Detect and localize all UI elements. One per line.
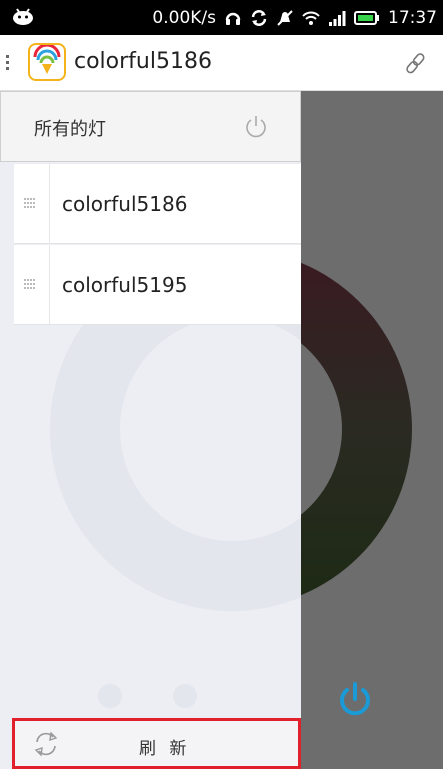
device-item[interactable]: colorful5186: [14, 164, 301, 244]
power-icon[interactable]: [243, 114, 269, 140]
navigation-drawer: 所有的灯 colorful5186 colorful5195 刷 新: [0, 91, 301, 769]
device-name: colorful5195: [62, 273, 188, 297]
app-logo-icon[interactable]: [28, 43, 66, 81]
wifi-icon: [302, 11, 320, 25]
headset-icon: [225, 12, 241, 25]
all-lights-label: 所有的灯: [34, 119, 106, 140]
sync-icon: [251, 9, 267, 26]
link-icon[interactable]: [403, 51, 427, 75]
power-icon[interactable]: [336, 681, 374, 719]
battery-icon: [354, 10, 379, 25]
refresh-button[interactable]: 刷 新: [12, 718, 301, 769]
drag-handle[interactable]: [14, 164, 50, 244]
grip-icon: [24, 198, 35, 208]
all-lights-row[interactable]: 所有的灯: [0, 91, 301, 162]
signal-icon: [329, 10, 346, 26]
muted-notification-icon: [277, 9, 293, 26]
status-bar: 0.00K/s 17:37: [0, 0, 443, 35]
app-bar: colorful5186: [0, 35, 443, 91]
net-speed: 0.00K/s: [152, 7, 216, 28]
drag-handle[interactable]: [14, 245, 50, 325]
refresh-icon: [34, 731, 58, 757]
menu-icon[interactable]: [6, 54, 10, 72]
grip-icon: [24, 279, 35, 289]
app-title: colorful5186: [74, 49, 212, 74]
device-item[interactable]: colorful5195: [14, 245, 301, 325]
android-icon: [13, 8, 33, 25]
device-name: colorful5186: [62, 192, 188, 216]
clock: 17:37: [388, 7, 437, 28]
refresh-label: 刷 新: [139, 739, 191, 759]
